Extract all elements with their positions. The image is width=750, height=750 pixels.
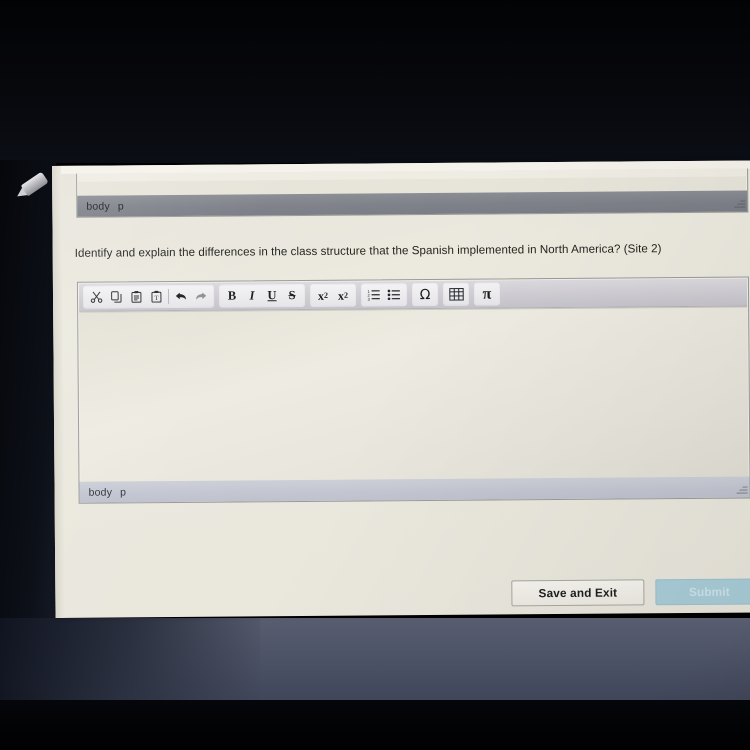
toolbar-group-table	[443, 283, 469, 305]
previous-editor-statusbar: body p	[77, 190, 748, 217]
screenshot-root: body p Identify and explain the differen…	[0, 0, 750, 750]
table-icon[interactable]	[446, 285, 466, 304]
copy-icon[interactable]	[106, 287, 126, 306]
toolbar-group-script: x2 x2	[310, 284, 356, 306]
omega-icon[interactable]: Ω	[415, 285, 435, 304]
numbered-list-icon[interactable]: 1 2 3	[364, 285, 384, 304]
elements-path-p[interactable]: p	[120, 486, 126, 498]
resize-grip-icon[interactable]	[735, 483, 748, 496]
question-prompt: Identify and explain the differences in …	[74, 242, 662, 260]
pi-icon[interactable]: π	[477, 285, 497, 304]
elements-path-body[interactable]: body	[89, 486, 113, 498]
svg-text:T: T	[154, 295, 158, 302]
submit-button[interactable]: Submit	[655, 578, 750, 606]
toolbar-group-clipboard-and-history: T	[83, 285, 214, 308]
superscript-index: 2	[343, 290, 349, 300]
subscript-icon[interactable]: x2	[313, 286, 333, 305]
previous-question-editor[interactable]: body p	[76, 168, 749, 218]
resize-grip-icon[interactable]	[732, 197, 746, 210]
answer-textarea[interactable]	[79, 306, 749, 482]
paste-icon[interactable]	[126, 287, 146, 306]
toolbar-group-lists: 1 2 3	[361, 284, 407, 306]
underline-icon[interactable]: U	[262, 286, 282, 305]
desk-shadow	[0, 618, 260, 706]
assignment-page: body p Identify and explain the differen…	[52, 160, 750, 618]
toolbar-group-text-styles: B I U S	[219, 285, 305, 307]
answer-editor-statusbar: body p	[79, 476, 750, 503]
strikethrough-icon[interactable]: S	[282, 286, 302, 305]
toolbar-group-math: π	[474, 283, 500, 305]
svg-text:3: 3	[368, 297, 371, 302]
redo-arrow-icon[interactable]	[191, 287, 211, 306]
elements-path-body[interactable]: body	[86, 200, 110, 212]
bold-icon[interactable]: B	[222, 287, 242, 306]
toolbar-separator	[167, 289, 170, 305]
paste-as-text-icon[interactable]: T	[146, 287, 166, 306]
laptop-bezel-top	[0, 0, 750, 163]
elements-path-p[interactable]: p	[118, 200, 124, 212]
answer-editor[interactable]: T B I U S x 2 x 2 1 2 3 Ω π body p	[76, 276, 750, 504]
undo-arrow-icon[interactable]	[171, 287, 191, 306]
cut-scissors-icon[interactable]	[86, 288, 106, 307]
laptop-bezel-left	[0, 160, 56, 630]
bulleted-list-icon[interactable]	[384, 285, 404, 304]
superscript-icon[interactable]: x2	[333, 286, 353, 305]
italic-icon[interactable]: I	[242, 286, 262, 305]
save-and-exit-button[interactable]: Save and Exit	[511, 579, 645, 607]
subscript-index: 2	[323, 290, 329, 300]
toolbar-group-special-character: Ω	[412, 283, 438, 306]
laptop-bezel-bottom	[0, 700, 750, 750]
